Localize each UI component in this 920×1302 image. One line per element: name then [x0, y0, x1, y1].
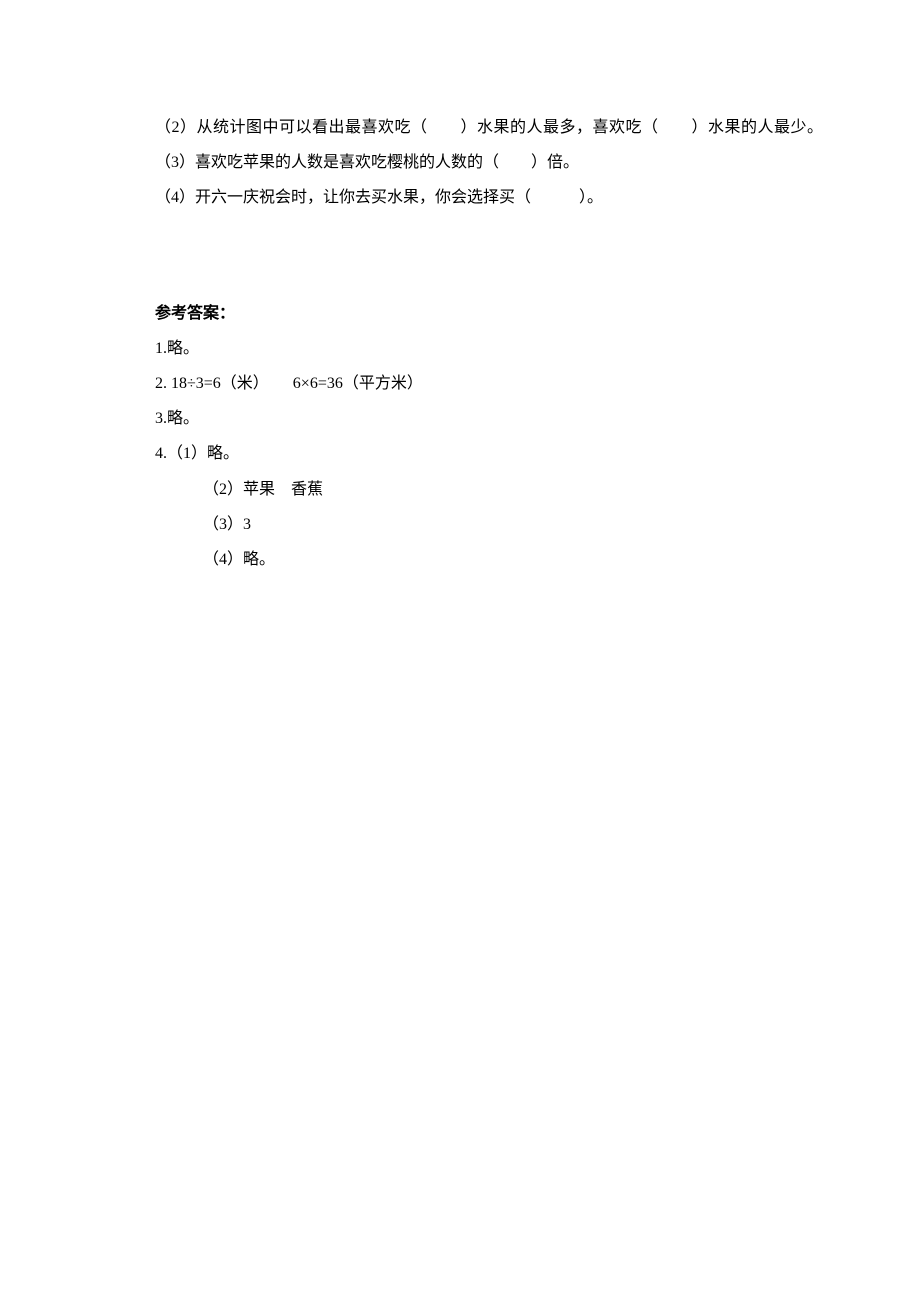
answer-2: 2. 18÷3=6（米） 6×6=36（平方米）: [155, 366, 790, 401]
answer-1: 1.略。: [155, 331, 790, 366]
answer-4-1: 4.（1）略。: [155, 436, 790, 471]
answers-heading: 参考答案：: [155, 296, 790, 331]
answer-4-4: （4）略。: [155, 542, 790, 577]
question-4: （4）开六一庆祝会时，让你去买水果，你会选择买（ ）。: [155, 180, 790, 215]
question-2: （2）从统计图中可以看出最喜欢吃（ ）水果的人最多，喜欢吃（ ）水果的人最少。: [155, 110, 790, 145]
answer-3: 3.略。: [155, 401, 790, 436]
answer-4-3: （3）3: [155, 507, 790, 542]
answer-4-2: （2）苹果 香蕉: [155, 472, 790, 507]
question-3: （3）喜欢吃苹果的人数是喜欢吃樱桃的人数的（ ）倍。: [155, 145, 790, 180]
